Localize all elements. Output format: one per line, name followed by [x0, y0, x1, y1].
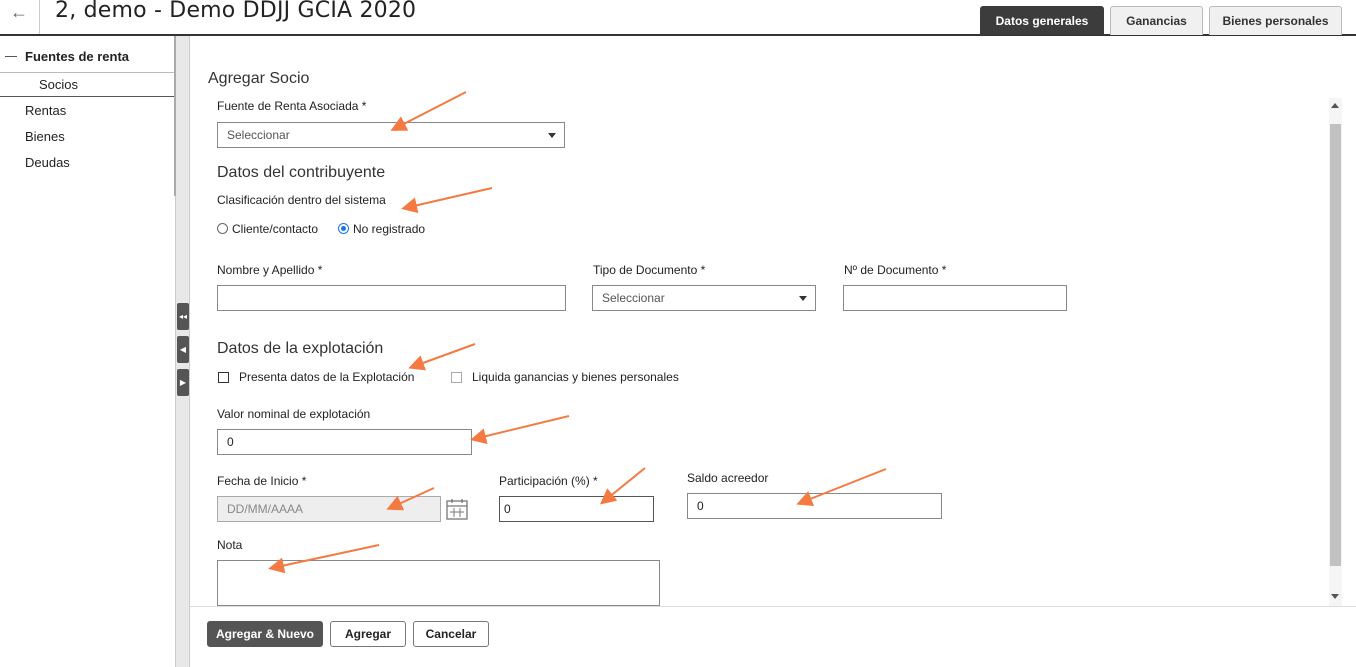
- saldo-acreedor-label: Saldo acreedor: [687, 471, 769, 485]
- collapse-all-icon[interactable]: ◂◂: [177, 303, 189, 330]
- main-panel: Agregar Socio Fuente de Renta Asociada *…: [190, 36, 1356, 667]
- scroll-up-icon[interactable]: [1331, 103, 1339, 108]
- tab-datos-generales[interactable]: Datos generales: [980, 6, 1104, 35]
- clasificacion-label: Clasificación dentro del sistema: [217, 193, 386, 207]
- expand-right-icon[interactable]: ▶: [177, 369, 189, 396]
- tipo-documento-value: Seleccionar: [602, 291, 665, 305]
- calendar-icon[interactable]: [446, 498, 468, 520]
- nota-textarea[interactable]: [217, 560, 660, 606]
- nota-label: Nota: [217, 538, 243, 552]
- scroll-down-icon[interactable]: [1331, 594, 1339, 599]
- participacion-label: Participación (%) *: [499, 474, 598, 488]
- sidebar-group-label: Fuentes de renta: [25, 49, 130, 64]
- valor-nominal-input[interactable]: 0: [217, 429, 472, 455]
- fecha-inicio-label: Fecha de Inicio *: [217, 474, 307, 488]
- form-title: Agregar Socio: [208, 70, 310, 87]
- app-header: ← 2, demo - Demo DDJJ GCIA 2020 Datos ge…: [0, 0, 1356, 36]
- agregar-button[interactable]: Agregar: [330, 621, 406, 647]
- tipo-documento-label: Tipo de Documento *: [593, 263, 706, 277]
- presenta-datos-checkbox[interactable]: [218, 372, 229, 383]
- sidebar-group-fuentes-de-renta[interactable]: Fuentes de renta: [0, 46, 175, 68]
- collapse-icon: [5, 56, 17, 57]
- tab-bienes-personales[interactable]: Bienes personales: [1209, 6, 1342, 35]
- liquida-ganancias-label: Liquida ganancias y bienes personales: [472, 370, 679, 384]
- participacion-input[interactable]: 0: [499, 496, 654, 522]
- header-divider: [39, 0, 40, 34]
- liquida-ganancias-checkbox[interactable]: [451, 372, 462, 383]
- radio-no-registrado-label: No registrado: [353, 222, 426, 236]
- back-arrow-icon[interactable]: ←: [10, 2, 28, 23]
- sidebar-item-bienes[interactable]: Bienes: [25, 129, 65, 144]
- sidebar-item-socios[interactable]: Socios: [0, 72, 175, 97]
- nombre-input[interactable]: [217, 285, 566, 311]
- nombre-label: Nombre y Apellido *: [217, 263, 323, 277]
- collapse-left-icon[interactable]: ◀: [177, 336, 189, 363]
- sidebar-item-label: Socios: [39, 77, 79, 92]
- fuente-renta-label: Fuente de Renta Asociada *: [217, 99, 367, 113]
- radio-no-registrado[interactable]: [338, 223, 349, 234]
- radio-cliente-label: Cliente/contacto: [232, 222, 319, 236]
- radio-cliente-contacto[interactable]: [217, 223, 228, 234]
- saldo-acreedor-input[interactable]: 0: [687, 493, 942, 519]
- valor-nominal-label: Valor nominal de explotación: [217, 407, 371, 421]
- footer-divider: [190, 606, 1356, 607]
- nro-documento-label: Nº de Documento *: [844, 263, 947, 277]
- tab-ganancias[interactable]: Ganancias: [1110, 6, 1203, 35]
- nro-documento-input[interactable]: [843, 285, 1067, 311]
- presenta-datos-label: Presenta datos de la Explotación: [239, 370, 415, 384]
- tipo-documento-select[interactable]: Seleccionar: [592, 285, 816, 311]
- sidebar-item-rentas[interactable]: Rentas: [25, 103, 66, 118]
- cancelar-button[interactable]: Cancelar: [413, 621, 489, 647]
- section-datos-contribuyente: Datos del contribuyente: [217, 164, 386, 181]
- fuente-renta-value: Seleccionar: [227, 128, 290, 142]
- agregar-nuevo-button[interactable]: Agregar & Nuevo: [207, 621, 323, 647]
- section-datos-explotacion: Datos de la explotación: [217, 340, 384, 357]
- chevron-down-icon: [548, 133, 556, 138]
- chevron-down-icon: [799, 296, 807, 301]
- sidebar: Fuentes de renta Socios Rentas Bienes De…: [0, 36, 177, 667]
- page-title: 2, demo - Demo DDJJ GCIA 2020: [55, 0, 417, 23]
- fuente-renta-select[interactable]: Seleccionar: [217, 122, 565, 148]
- fecha-inicio-input[interactable]: DD/MM/AAAA: [217, 496, 441, 522]
- sidebar-item-deudas[interactable]: Deudas: [25, 155, 70, 170]
- form-scrollbar-thumb[interactable]: [1330, 124, 1341, 566]
